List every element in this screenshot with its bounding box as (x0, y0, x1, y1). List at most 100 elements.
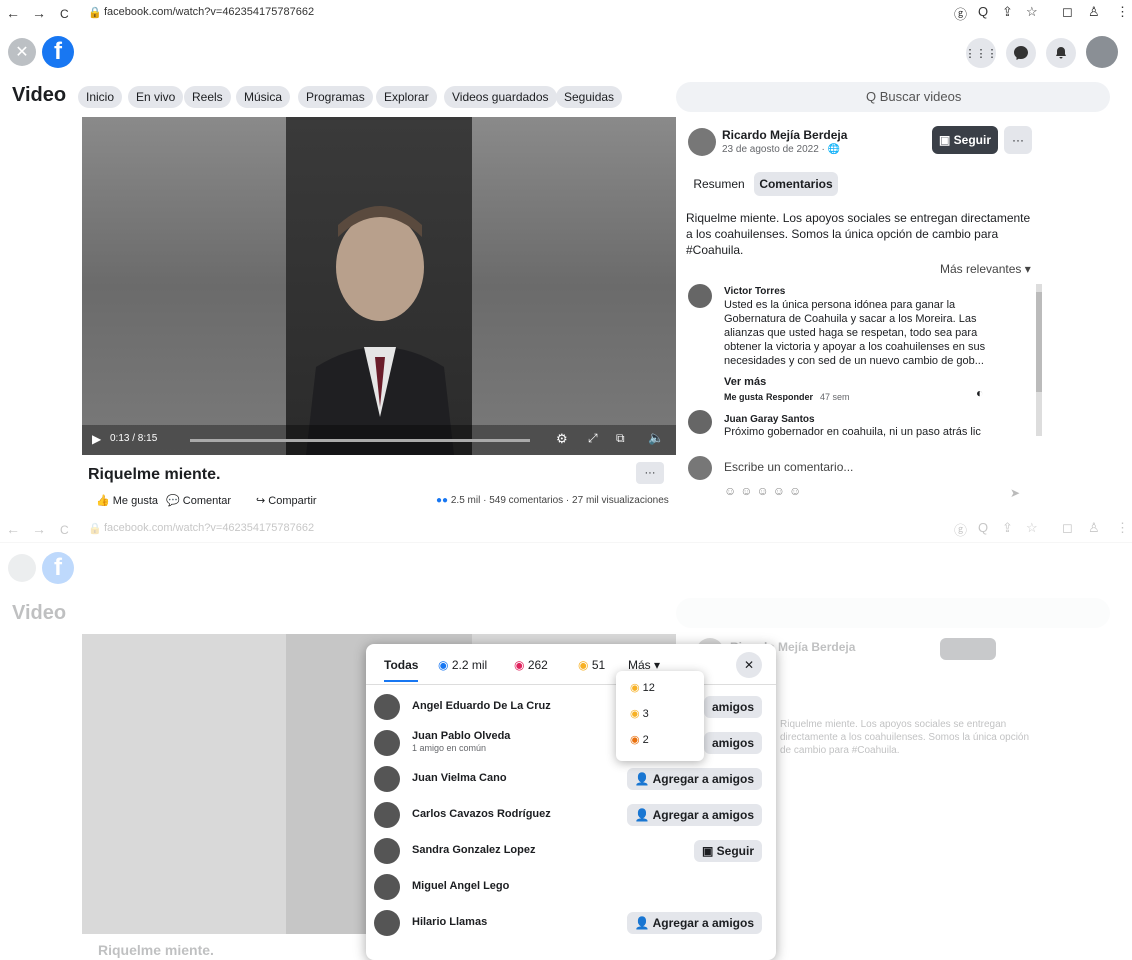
share-arrow-icon: ↪ (256, 495, 269, 507)
comment-tools-icons[interactable]: ☺☺☺☺☺ (724, 484, 805, 498)
send-icon[interactable]: ➤ (1010, 486, 1020, 500)
reaction-option[interactable]: ◉ 3 (630, 707, 649, 720)
comment-input[interactable]: Escribe un comentario... (724, 460, 853, 474)
reaction-option[interactable]: ◉ 2 (630, 733, 649, 746)
expand-icon[interactable]: ⤢ (588, 431, 598, 446)
kebab-icon[interactable]: ⋮ (1116, 4, 1129, 20)
follow-button[interactable]: ▣ Seguir (932, 126, 998, 154)
more-options-button[interactable]: ··· (636, 462, 664, 484)
comment-author[interactable]: Victor Torres (724, 286, 785, 297)
notifications-icon[interactable] (1046, 38, 1076, 68)
comment-text: Próximo gobernador en coahuila, ni un pa… (724, 426, 981, 438)
reload-icon[interactable]: C (60, 7, 69, 21)
address-bar[interactable]: facebook.com/watch?v=462354175787662 (104, 6, 314, 18)
comment-count[interactable]: 549 comentarios (489, 495, 563, 506)
friends-button[interactable]: amigos (703, 696, 762, 718)
view-count: 27 mil visualizaciones (572, 495, 669, 506)
tab-all[interactable]: Todas (384, 658, 419, 682)
commenter-avatar[interactable] (688, 284, 712, 308)
avatar[interactable] (374, 766, 400, 792)
avatar[interactable] (374, 802, 400, 828)
profile-icon[interactable]: ♙ (1088, 4, 1100, 20)
avatar[interactable] (374, 838, 400, 864)
comment-button[interactable]: 💬 Comentar (166, 494, 231, 507)
friends-button[interactable]: amigos (703, 732, 762, 754)
person-name[interactable]: Carlos Cavazos Rodríguez (412, 808, 551, 820)
person-name[interactable]: Juan Pablo Olveda (412, 730, 510, 742)
author-name[interactable]: Ricardo Mejía Berdeja (722, 128, 847, 142)
person-name[interactable]: Sandra Gonzalez Lopez (412, 844, 535, 856)
scrollbar-thumb[interactable] (1036, 292, 1042, 392)
install-icon[interactable]: ⓖ (954, 4, 967, 23)
messenger-icon[interactable] (1006, 38, 1036, 68)
settings-icon[interactable]: ⚙ (556, 431, 568, 447)
like-button[interactable]: 👍 Me gusta (96, 494, 158, 507)
sort-dropdown[interactable]: Más relevantes ▾ (940, 262, 1031, 276)
tab-en-vivo[interactable]: En vivo (128, 86, 184, 108)
tab-musica[interactable]: Música (236, 86, 291, 108)
add-friend-button[interactable]: 👤 Agregar a amigos (626, 912, 762, 934)
reaction-option[interactable]: ◉ 12 (630, 681, 655, 694)
comment-author[interactable]: Juan Garay Santos (724, 414, 815, 425)
share-button[interactable]: ↪ Compartir (256, 494, 317, 507)
tab-more[interactable]: Más ▾ (628, 658, 660, 672)
video-navbar: Video Inicio En vivo Reels Música Progra… (0, 78, 1132, 114)
list-item: Miguel Angel Lego (366, 870, 776, 904)
tab-explorar[interactable]: Explorar (376, 86, 437, 108)
close-icon[interactable]: ✕ (8, 38, 36, 66)
play-icon[interactable]: ▶ (92, 432, 101, 446)
close-modal-icon[interactable]: ✕ (736, 652, 762, 678)
tab-care[interactable]: ◉ 51 (578, 658, 605, 672)
follow-button[interactable]: ▣ Seguir (693, 840, 762, 862)
zoom-icon[interactable]: Q (978, 4, 988, 19)
sidepanel-icon[interactable]: ◻ (1062, 4, 1073, 20)
comment-like-link[interactable]: Me gusta (724, 392, 763, 402)
scrollbar[interactable] (1036, 284, 1042, 436)
tab-comentarios[interactable]: Comentarios (754, 172, 838, 196)
tab-resumen[interactable]: Resumen (688, 172, 750, 196)
person-name[interactable]: Juan Vielma Cano (412, 772, 507, 784)
tab-seguidas[interactable]: Seguidas (556, 86, 623, 108)
menu-icon[interactable]: ⋮⋮⋮ (965, 38, 998, 68)
account-avatar[interactable] (1086, 36, 1118, 68)
forward-icon[interactable]: → (32, 5, 46, 21)
tab-videos-guardados[interactable]: Videos guardados (444, 86, 557, 108)
star-icon[interactable]: ☆ (1026, 4, 1038, 20)
add-friend-button[interactable]: 👤 Agregar a amigos (626, 804, 762, 826)
person-name[interactable]: Hilario Llamas (412, 916, 487, 928)
tab-like[interactable]: ◉ 2.2 mil (438, 658, 487, 672)
tab-inicio[interactable]: Inicio (78, 86, 123, 108)
add-friend-button[interactable]: 👤 Agregar a amigos (626, 768, 762, 790)
love-reaction-icon: ◉ (514, 658, 528, 672)
avatar[interactable] (374, 730, 400, 756)
mutual-friends[interactable]: 1 amigo en común (412, 743, 486, 753)
search-input[interactable]: Q Buscar videos (676, 82, 1110, 112)
tab-reels[interactable]: Reels (184, 86, 231, 108)
post-more-button[interactable]: ··· (1004, 126, 1032, 154)
progress-bar[interactable] (190, 439, 530, 442)
tab-love[interactable]: ◉ 262 (514, 658, 548, 672)
thumbs-up-icon: 👍 (96, 495, 113, 507)
wow-reaction-icon: ◉ (630, 708, 643, 720)
comment-reply-link[interactable]: Responder (766, 392, 813, 402)
list-item: Carlos Cavazos Rodríguez 👤 Agregar a ami… (366, 798, 776, 832)
author-avatar[interactable] (688, 128, 716, 156)
see-more-link[interactable]: Ver más (724, 376, 766, 388)
avatar[interactable] (374, 874, 400, 900)
volume-icon[interactable]: 🔈 (648, 430, 664, 446)
person-name[interactable]: Angel Eduardo De La Cruz (412, 700, 551, 712)
avatar[interactable] (374, 694, 400, 720)
video-player[interactable]: ▶ 0:13 / 8:15 ⚙ ⤢ ⧉ 🔈 (82, 117, 676, 455)
avatar[interactable] (374, 910, 400, 936)
pip-icon[interactable]: ⧉ (616, 431, 625, 446)
reaction-count[interactable]: 2.5 mil (451, 495, 480, 506)
commenter-avatar[interactable] (688, 410, 712, 434)
facebook-logo-icon[interactable]: f (42, 36, 74, 68)
add-friend-icon: 👤 (634, 772, 653, 786)
back-icon[interactable]: ← (6, 5, 20, 21)
haha-reaction-icon: ◉ (630, 682, 643, 694)
person-name[interactable]: Miguel Angel Lego (412, 880, 509, 892)
like-reaction-icon: ◉ (438, 658, 452, 672)
share-icon[interactable]: ⇪ (1002, 4, 1013, 20)
tab-programas[interactable]: Programas (298, 86, 373, 108)
